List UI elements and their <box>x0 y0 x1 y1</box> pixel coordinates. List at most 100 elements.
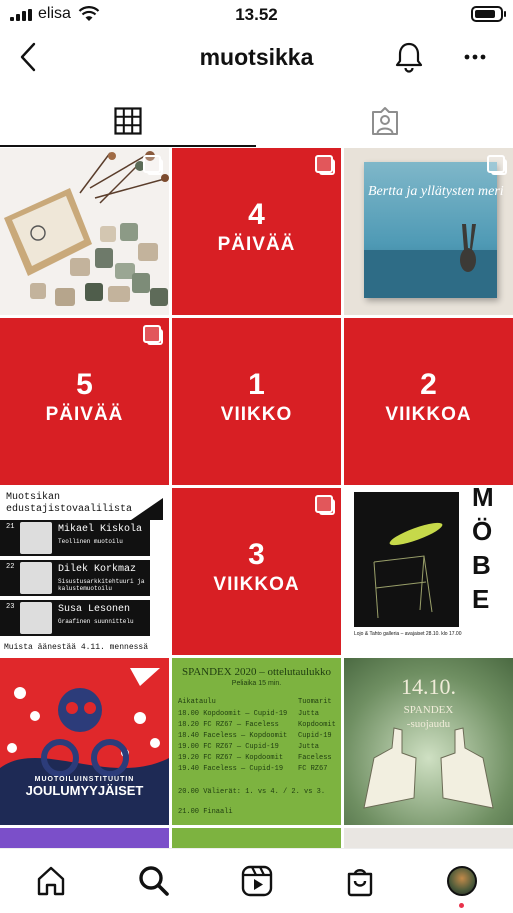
more-horizontal-icon <box>464 54 486 60</box>
candidate-name: Dilek Korkmaz <box>58 564 137 575</box>
post-countdown-1-week[interactable]: 1 VIIKKO <box>172 318 341 485</box>
candidate-name: Mikael Kiskola <box>58 524 143 535</box>
chair-illustration <box>373 522 443 619</box>
exhibition-caption: Lojo & Tahto galleria – avajaiset 28.10.… <box>354 631 462 637</box>
battery-icon <box>471 6 506 22</box>
grid-icon <box>114 107 142 135</box>
post-partial[interactable] <box>344 828 513 848</box>
notifications-button[interactable] <box>393 40 425 74</box>
post-spandex-protect[interactable]: 14.10. SPANDEX -suojaudu <box>344 658 513 825</box>
schedule-title: SPANDEX 2020 – ottelutaulukko <box>181 666 331 678</box>
schedule-row: 18.00 Kopdoomit — Cupid-19 <box>178 710 288 718</box>
countdown-number: 5 <box>76 368 93 401</box>
exhibition-letter: Ö <box>472 516 493 546</box>
post-spandex-schedule[interactable]: SPANDEX 2020 – ottelutaulukko Peliaika 1… <box>172 658 341 825</box>
profile-tabs <box>0 96 513 148</box>
exhibition-letter: B <box>472 550 491 580</box>
book-cover: Bertta ja yllätysten meri <box>364 162 504 298</box>
post-countdown-2-weeks[interactable]: 2 VIIKKOA <box>344 318 513 485</box>
bell-icon <box>395 42 423 73</box>
bottom-navigation <box>0 848 513 913</box>
schedule-referee: Cupid-19 <box>298 732 332 740</box>
christmas-title: JOULUMYYJÄISET <box>25 783 144 798</box>
home-icon <box>37 866 65 896</box>
tab-tagged[interactable] <box>256 96 513 146</box>
countdown-number: 2 <box>420 368 437 401</box>
schedule-referee: Faceless <box>298 754 332 762</box>
candidate-role: Teollinen muotoilu <box>58 538 123 545</box>
schedule-referee: Kopdoomit <box>298 721 336 729</box>
post-election-list[interactable]: Muotsikan edustajistovaalilista 21 Mikae… <box>0 488 169 655</box>
schedule-referee: Jutta <box>298 710 320 718</box>
schedule-column-header: Aikataulu <box>178 698 216 706</box>
hare-illustration <box>364 224 497 298</box>
post-book-cover[interactable]: Bertta ja yllätysten meri <box>344 148 513 315</box>
carousel-icon <box>315 495 335 515</box>
carousel-icon <box>487 155 507 175</box>
post-puzzle-gift[interactable] <box>0 148 169 315</box>
countdown-unit: VIIKKOA <box>385 404 472 425</box>
countdown-unit: VIIKKO <box>220 404 293 425</box>
election-title-line1: Muotsikan <box>6 492 61 503</box>
schedule-row: 19.00 FC RZ67 — Cupid-19 <box>178 743 279 751</box>
countdown-number: 1 <box>248 368 265 401</box>
clock: 13.52 <box>235 5 278 24</box>
candidate-row: 22 Dilek Korkmaz Sisustusarkkitehtuuri j… <box>0 560 150 596</box>
schedule-column-header: Tuomarit <box>298 698 332 706</box>
post-partial[interactable] <box>172 828 341 848</box>
active-tab-indicator <box>0 145 256 147</box>
carousel-icon <box>315 155 335 175</box>
candidate-role: Sisustusarkkitehtuuri ja kalustemuotoilu <box>58 578 145 592</box>
puzzle-photo <box>0 148 169 315</box>
election-title-line2: edustajistovaalilista <box>6 504 133 515</box>
tagged-user-icon <box>371 107 398 135</box>
candidate-name: Susa Lesonen <box>58 604 131 615</box>
post-countdown-4[interactable]: 4 PÄIVÄÄ <box>172 148 341 315</box>
candidate-photo <box>20 562 52 594</box>
profile-avatar <box>447 866 477 896</box>
schedule-row: 18.20 FC RZ67 — Faceless <box>178 721 279 729</box>
thumbs-up-illustration <box>363 727 494 809</box>
shop-icon <box>347 869 373 897</box>
candidate-number: 21 <box>6 523 15 531</box>
post-countdown-5[interactable]: 5 PÄIVÄÄ <box>0 318 169 485</box>
nav-profile[interactable] <box>444 863 480 899</box>
candidate-role: Graafinen suunnittelu <box>58 618 134 625</box>
nav-shop[interactable] <box>342 863 378 899</box>
carousel-icon <box>143 325 163 345</box>
schedule-subtitle: Peliaika 15 min. <box>231 680 282 687</box>
candidate-number: 22 <box>6 563 15 571</box>
christmas-illustration <box>0 668 169 825</box>
status-bar: elisa 13.52 <box>0 0 513 30</box>
candidate-number: 23 <box>6 603 15 611</box>
countdown-unit: PÄIVÄÄ <box>45 404 124 425</box>
post-countdown-3-weeks[interactable]: 3 VIIKKOA <box>172 488 341 655</box>
chair-photo <box>354 492 459 627</box>
profile-header: muotsikka <box>0 30 513 86</box>
schedule-row: 19.40 Faceless — Cupid-19 <box>178 765 284 773</box>
battery-level <box>475 10 495 18</box>
nav-search[interactable] <box>136 863 172 899</box>
countdown-unit: PÄIVÄÄ <box>217 234 296 255</box>
nav-reels[interactable] <box>239 863 275 899</box>
carousel-icon <box>143 155 163 175</box>
schedule-referee: Jutta <box>298 743 320 751</box>
schedule-break: 20.00 Välierät: 1. vs 4. / 2. vs 3. <box>178 788 326 796</box>
exhibition-letter: M <box>472 488 494 512</box>
more-options-button[interactable] <box>460 44 490 70</box>
exhibition-letter: E <box>472 584 490 614</box>
nav-home[interactable] <box>33 863 69 899</box>
reels-icon <box>241 865 273 897</box>
christmas-subtitle: MUOTOILUINSTITUUTIN <box>34 776 135 783</box>
post-christmas-market[interactable]: MUOTOILUINSTITUUTIN JOULUMYYJÄISET <box>0 658 169 825</box>
candidate-row: 21 Mikael Kiskola Teollinen muotoilu <box>0 520 150 556</box>
post-partial[interactable] <box>0 828 169 848</box>
tab-posts-grid[interactable] <box>0 96 256 146</box>
countdown-number: 4 <box>248 198 265 231</box>
search-icon <box>139 866 169 896</box>
schedule-final: 21.00 Finaali <box>178 808 233 816</box>
profile-username: muotsikka <box>199 44 314 70</box>
schedule-row: 19.20 FC RZ67 — Kopdoomit <box>178 754 284 762</box>
candidate-photo <box>20 602 52 634</box>
post-mobel-exhibition[interactable]: M Ö B E Lojo & Tahto galleria – avajaise… <box>344 488 513 655</box>
